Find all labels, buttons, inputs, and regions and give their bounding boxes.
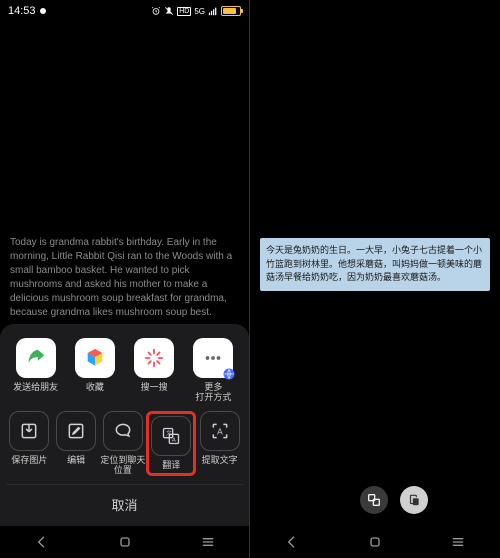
- save-image-button[interactable]: 保存图片: [6, 411, 53, 476]
- cube-icon: [84, 347, 106, 369]
- mute-icon: [164, 6, 174, 16]
- battery-icon: [221, 6, 241, 16]
- svg-text:A: A: [217, 426, 223, 436]
- spark-icon: [143, 347, 165, 369]
- edit-icon: [66, 421, 86, 441]
- network-label: 5G: [194, 7, 205, 16]
- extract-text-button[interactable]: A 提取文字: [196, 411, 243, 476]
- nav-recent-button[interactable]: [185, 530, 231, 554]
- status-bar: 14:53 HD 5G: [0, 0, 249, 22]
- tile-label: 编辑: [67, 456, 85, 466]
- search-button[interactable]: 搜一搜: [127, 338, 181, 403]
- copy-button[interactable]: [400, 486, 428, 514]
- status-time: 14:53: [8, 5, 36, 17]
- tile-label: 保存图片: [11, 456, 47, 466]
- tile-label: 搜一搜: [141, 383, 168, 393]
- locate-in-chat-button[interactable]: 定位到聊天 位置: [100, 411, 147, 476]
- share-arrow-icon: [25, 347, 47, 369]
- nav-home-button[interactable]: [352, 530, 398, 554]
- nav-home-button[interactable]: [102, 530, 148, 554]
- more-open-with-button[interactable]: 更多 打开方式: [186, 338, 240, 403]
- signal-icon: [208, 6, 218, 16]
- right-screen: 今天是兔奶奶的生日。一大早，小兔子七古提着一个小竹篮跑到树林里。他想采蘑菇，叫妈…: [250, 0, 500, 558]
- copy-icon: [407, 493, 421, 507]
- svg-text:A: A: [172, 438, 176, 444]
- tile-label: 翻译: [162, 461, 180, 471]
- ocr-icon: A: [210, 421, 230, 441]
- tile-label: 更多 打开方式: [195, 383, 231, 403]
- translate-icon: 文A: [161, 426, 181, 446]
- translate-button[interactable]: 文A 翻译: [146, 411, 196, 476]
- floating-actions: [360, 486, 428, 514]
- globe-badge-icon: [223, 368, 235, 380]
- svg-text:文: 文: [166, 429, 172, 437]
- nav-recent-button[interactable]: [435, 530, 481, 554]
- cancel-button[interactable]: 取消: [6, 484, 243, 520]
- status-dot-icon: [40, 8, 46, 14]
- nav-bar: [0, 526, 249, 558]
- tile-label: 收藏: [86, 383, 104, 393]
- left-screen: 14:53 HD 5G Today is grandma rabbit's bi…: [0, 0, 250, 558]
- edit-button[interactable]: 编辑: [53, 411, 100, 476]
- tile-label: 定位到聊天 位置: [100, 456, 145, 476]
- alarm-icon: [151, 6, 161, 16]
- selected-english-text: Today is grandma rabbit's birthday. Earl…: [10, 236, 239, 320]
- nav-back-button[interactable]: [269, 530, 315, 554]
- swap-language-button[interactable]: [360, 486, 388, 514]
- more-dots-icon: [202, 347, 224, 369]
- translated-text-box[interactable]: 今天是兔奶奶的生日。一大早，小兔子七古提着一个小竹篮跑到树林里。他想采蘑菇，叫妈…: [260, 238, 490, 291]
- tile-label: 提取文字: [202, 456, 238, 466]
- send-to-friend-button[interactable]: 发送给朋友: [9, 338, 63, 403]
- nav-bar: [250, 526, 500, 558]
- swap-icon: [366, 492, 382, 508]
- nav-back-button[interactable]: [19, 530, 65, 554]
- share-sheet: 发送给朋友 收藏 搜一搜 更多 打开方式: [0, 324, 249, 526]
- tile-label: 发送给朋友: [13, 383, 58, 393]
- favorite-button[interactable]: 收藏: [68, 338, 122, 403]
- chat-bubble-icon: [113, 421, 133, 441]
- download-icon: [19, 421, 39, 441]
- hd-badge: HD: [177, 7, 191, 16]
